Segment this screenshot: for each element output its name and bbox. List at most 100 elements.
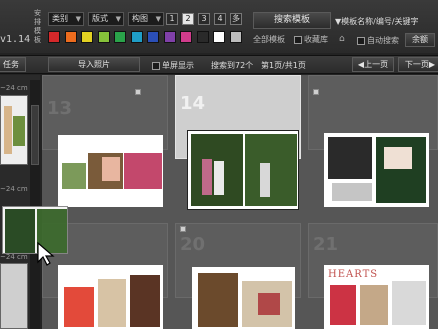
category-select-label: 类别 bbox=[52, 14, 68, 23]
photo-block bbox=[4, 106, 12, 154]
template-preview[interactable] bbox=[192, 267, 295, 329]
next-page-label: 下一页 bbox=[404, 60, 429, 69]
color-swatch[interactable] bbox=[130, 31, 143, 43]
auto-search-checkbox[interactable] bbox=[357, 36, 365, 45]
search-result-count: 搜索到72个 bbox=[211, 61, 254, 70]
search-hint: 模板名称/编号/关键字 bbox=[341, 17, 419, 26]
color-swatch[interactable] bbox=[64, 31, 77, 43]
favorites-toggle[interactable]: 收藏库 bbox=[294, 34, 328, 45]
photo-block bbox=[214, 161, 224, 195]
photo-block bbox=[130, 275, 160, 327]
template-preview[interactable] bbox=[58, 135, 163, 207]
color-swatch[interactable] bbox=[81, 31, 93, 43]
photo-block bbox=[64, 287, 94, 327]
prev-page-button[interactable]: ◀上一页 bbox=[352, 57, 394, 72]
photo-block bbox=[330, 285, 356, 325]
composition-select[interactable]: 构图 ▼ bbox=[128, 12, 164, 26]
template-preview[interactable] bbox=[58, 265, 163, 329]
photo-block bbox=[98, 279, 126, 327]
next-page-button[interactable]: 下一页▶ bbox=[398, 57, 438, 72]
template-number: 21 bbox=[313, 234, 339, 255]
photo-block bbox=[202, 159, 212, 195]
single-screen-toggle[interactable]: 单屏显示 bbox=[152, 60, 194, 71]
chevron-down-icon: ▼ bbox=[115, 15, 121, 23]
single-screen-label: 单屏显示 bbox=[162, 61, 194, 70]
app-version: v1.14 bbox=[0, 34, 31, 45]
chevron-down-icon: ▼ bbox=[155, 15, 161, 23]
app-window: v1.14 安排模板 类别 ▼ 版式 ▼ 构图 ▼ 1 2 3 4 多 搜索模板 ▼模… bbox=[0, 0, 438, 329]
trash-icon[interactable]: ⌂ bbox=[339, 35, 348, 44]
photo-block bbox=[392, 281, 426, 325]
photo-block bbox=[124, 153, 162, 189]
sidebar-scrollbar[interactable] bbox=[30, 80, 40, 329]
template-preview[interactable] bbox=[187, 130, 299, 210]
color-swatch[interactable] bbox=[163, 31, 176, 43]
page-marker-icon bbox=[135, 89, 141, 95]
page-button-4[interactable]: 4 bbox=[214, 13, 226, 25]
color-swatch[interactable] bbox=[147, 31, 159, 43]
sidebar-photo-thumbnail[interactable] bbox=[0, 95, 28, 165]
dragged-photo[interactable] bbox=[2, 206, 68, 254]
template-preview[interactable]: HEARTS bbox=[324, 265, 429, 329]
photo-block bbox=[260, 163, 270, 197]
color-swatch[interactable] bbox=[213, 31, 225, 43]
page-button-3[interactable]: 3 bbox=[198, 13, 210, 25]
layout-select-label: 版式 bbox=[92, 14, 108, 23]
page-info: 第1页/共1页 bbox=[261, 61, 306, 70]
page-marker-icon bbox=[180, 226, 186, 232]
composition-select-label: 构图 bbox=[132, 14, 148, 23]
template-number: 13 bbox=[47, 98, 73, 119]
color-swatch[interactable] bbox=[97, 31, 110, 43]
scrollbar-thumb[interactable] bbox=[31, 105, 39, 165]
size-label: ~24 cm bbox=[0, 84, 28, 92]
prev-page-label: 上一页 bbox=[364, 60, 389, 69]
photo-block bbox=[5, 209, 35, 253]
secondary-toolbar: 任务 导入照片 单屏显示 搜索到72个 第1页/共1页 ◀上一页 下一页▶ bbox=[0, 55, 438, 74]
color-swatch[interactable] bbox=[180, 31, 192, 43]
page-button-more[interactable]: 多 bbox=[230, 13, 242, 25]
color-swatch[interactable] bbox=[229, 31, 242, 43]
search-dropdown[interactable]: ▼模板名称/编号/关键字 bbox=[335, 16, 419, 27]
color-swatch[interactable] bbox=[48, 31, 60, 43]
template-preview[interactable] bbox=[324, 133, 429, 207]
photo-block bbox=[245, 134, 297, 206]
size-label: ~24 cm bbox=[0, 185, 28, 193]
sidebar-photo-thumbnail[interactable] bbox=[0, 263, 28, 329]
photo-block bbox=[360, 285, 388, 325]
color-swatch[interactable] bbox=[114, 31, 126, 43]
category-select[interactable]: 类别 ▼ bbox=[48, 12, 84, 26]
favorites-checkbox[interactable] bbox=[294, 35, 302, 44]
photo-block bbox=[384, 147, 412, 169]
size-label: ~24 cm bbox=[0, 253, 28, 261]
page-button-1[interactable]: 1 bbox=[166, 13, 178, 25]
photo-block bbox=[332, 183, 372, 201]
all-templates-link[interactable]: 全部模板 bbox=[253, 34, 285, 45]
photo-block bbox=[328, 137, 372, 179]
import-photos-button[interactable]: 导入照片 bbox=[48, 57, 140, 72]
search-template-button[interactable]: 搜索模板 bbox=[253, 12, 331, 29]
favorites-label: 收藏库 bbox=[304, 35, 328, 44]
hearts-title: HEARTS bbox=[328, 269, 379, 280]
page-marker-icon bbox=[313, 89, 319, 95]
chevron-down-icon: ▼ bbox=[75, 15, 81, 23]
balance-button[interactable]: 余额 bbox=[405, 33, 435, 47]
mouse-cursor-icon bbox=[36, 241, 56, 266]
color-swatch[interactable] bbox=[196, 31, 209, 43]
photo-block bbox=[13, 116, 25, 146]
auto-search-toggle[interactable]: 自动搜索 bbox=[357, 35, 399, 46]
template-number: 14 bbox=[180, 93, 206, 114]
layout-select[interactable]: 版式 ▼ bbox=[88, 12, 124, 26]
top-toolbar: v1.14 安排模板 类别 ▼ 版式 ▼ 构图 ▼ 1 2 3 4 多 搜索模板 ▼模… bbox=[0, 0, 438, 53]
arrow-right-icon: ▶ bbox=[428, 60, 436, 69]
photo-block bbox=[198, 273, 238, 327]
photo-block bbox=[102, 157, 120, 181]
template-number: 20 bbox=[180, 234, 206, 255]
template-grid: 13 14 20 21 HEARTS bbox=[42, 75, 438, 329]
photo-block bbox=[62, 163, 86, 189]
auto-search-label: 自动搜索 bbox=[367, 36, 399, 45]
page-button-2[interactable]: 2 bbox=[182, 13, 194, 25]
photo-block bbox=[258, 293, 280, 315]
template-arrange-label: 安排模板 bbox=[34, 9, 41, 44]
single-screen-checkbox[interactable] bbox=[152, 61, 160, 70]
tasks-button[interactable]: 任务 bbox=[0, 57, 26, 72]
